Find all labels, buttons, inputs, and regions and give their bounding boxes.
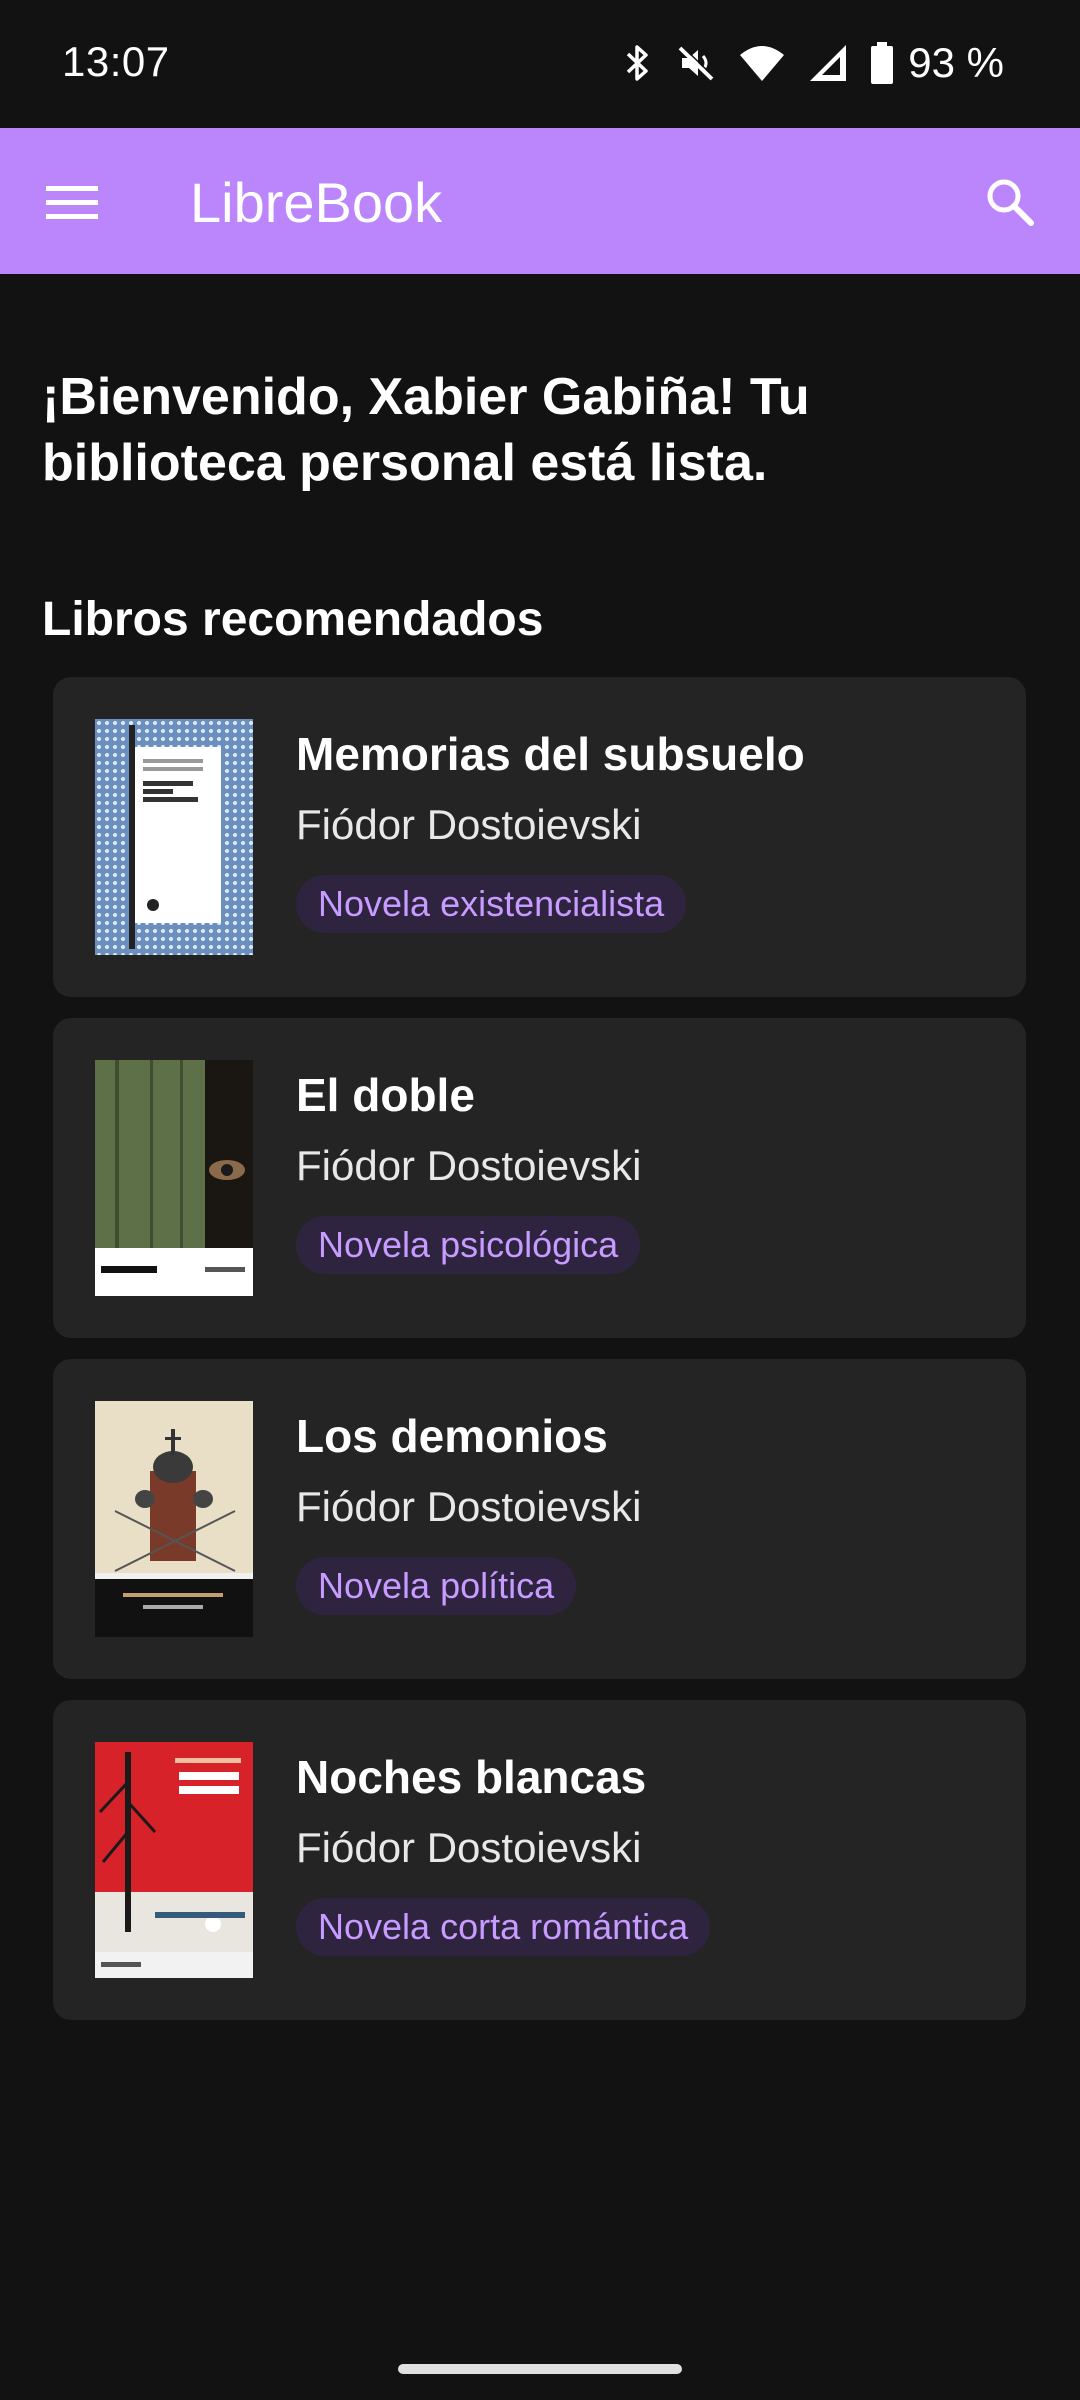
book-cover xyxy=(95,719,253,955)
book-title: El doble xyxy=(296,1069,475,1121)
bluetooth-icon xyxy=(622,43,654,83)
status-time: 13:07 xyxy=(62,38,170,85)
home-indicator[interactable] xyxy=(398,2364,682,2374)
book-card[interactable]: Los demonios Fiódor Dostoievski Novela p… xyxy=(53,1359,1026,1679)
book-card[interactable]: Noches blancas Fiódor Dostoievski Novela… xyxy=(53,1700,1026,2020)
status-bar: 13:07 93 % xyxy=(0,0,1080,128)
battery-icon xyxy=(870,42,894,84)
book-cover xyxy=(95,1742,253,1978)
book-author: Fiódor Dostoievski xyxy=(296,1142,642,1189)
section-title: Libros recomendados xyxy=(42,593,544,646)
welcome-message: ¡Bienvenido, Xabier Gabiña! Tu bibliotec… xyxy=(42,368,810,492)
genre-chip: Novela política xyxy=(296,1557,577,1615)
book-author: Fiódor Dostoievski xyxy=(296,1824,642,1871)
wifi-icon xyxy=(738,43,786,83)
book-title: Memorias del subsuelo xyxy=(296,728,805,780)
book-list: Memorias del subsuelo Fiódor Dostoievski… xyxy=(53,677,1026,2041)
genre-chip: Novela psicológica xyxy=(296,1216,641,1274)
genre-chip: Novela corta romántica xyxy=(296,1898,711,1956)
book-cover xyxy=(95,1401,253,1637)
book-card[interactable]: El doble Fiódor Dostoievski Novela psico… xyxy=(53,1018,1026,1338)
book-card[interactable]: Memorias del subsuelo Fiódor Dostoievski… xyxy=(53,677,1026,997)
book-title: Noches blancas xyxy=(296,1751,647,1803)
mute-icon xyxy=(676,43,716,83)
menu-icon xyxy=(46,186,98,219)
genre-chip: Novela existencialista xyxy=(296,875,687,933)
battery-percentage: 93 % xyxy=(908,39,1004,86)
search-icon xyxy=(987,179,1034,226)
menu-button[interactable] xyxy=(34,164,110,240)
signal-icon xyxy=(808,43,848,83)
book-cover xyxy=(95,1060,253,1296)
search-button[interactable] xyxy=(970,162,1050,242)
app-title: LibreBook xyxy=(190,171,443,234)
book-title: Los demonios xyxy=(296,1410,608,1462)
app-bar: LibreBook xyxy=(0,128,1080,274)
book-author: Fiódor Dostoievski xyxy=(296,801,642,848)
book-author: Fiódor Dostoievski xyxy=(296,1483,642,1530)
status-icons: 93 % xyxy=(622,36,1004,90)
